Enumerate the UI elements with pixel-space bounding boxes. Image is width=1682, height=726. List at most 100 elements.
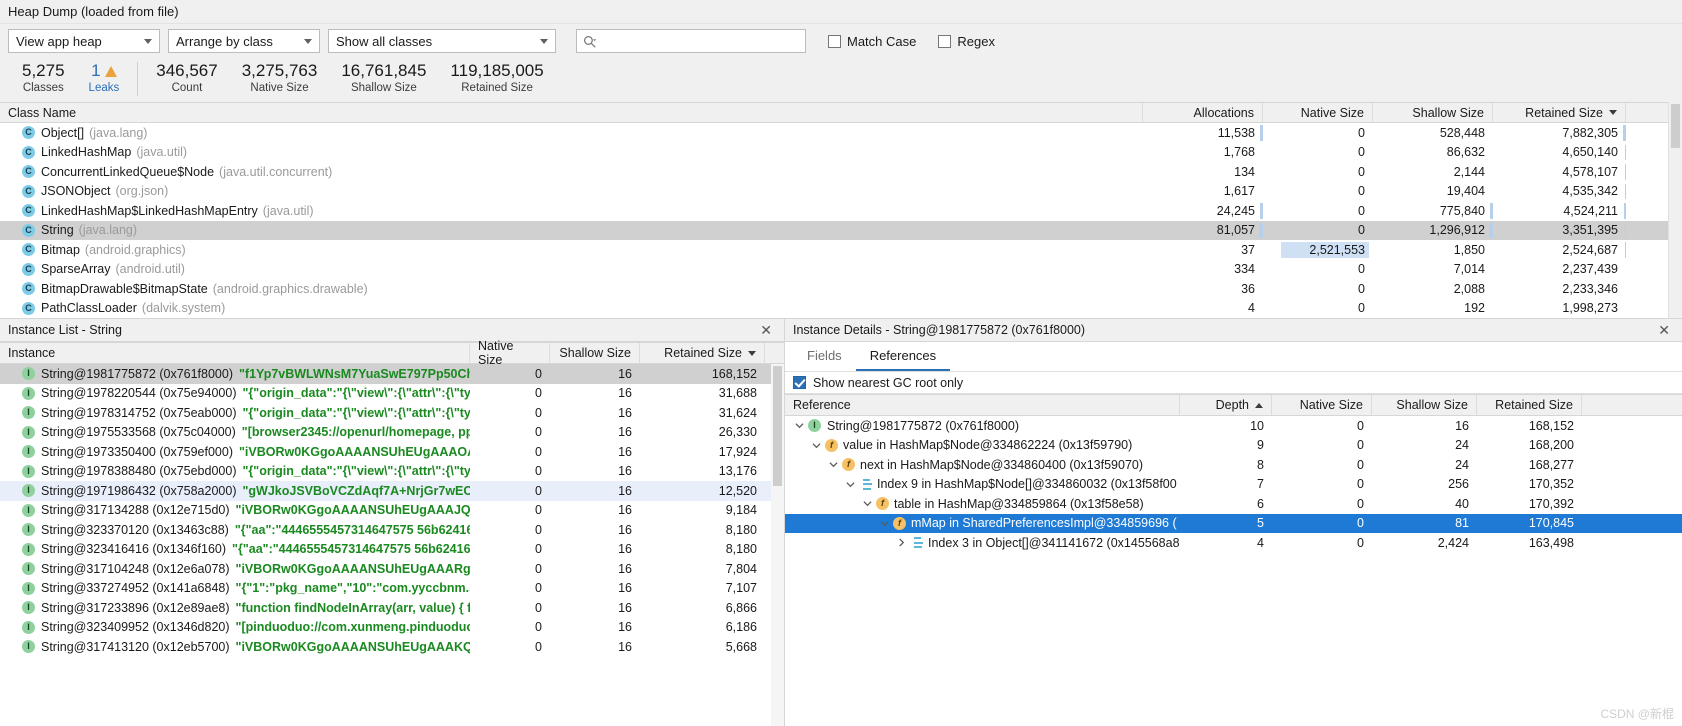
search-box[interactable] [576,29,806,53]
instance-value: "{"1":"pkg_name","10":"com.yyccbnm.sgshg [235,581,470,596]
instance-cell: I String@1978220544 (0x75e94000) "{"origin… [0,384,470,404]
native-size-cell: 0 [1358,184,1365,199]
tab-fields[interactable]: Fields [793,342,856,371]
column-header-native-size[interactable]: Native Size [1263,103,1373,122]
table-row[interactable]: C PathClassLoader (dalvik.system) 4 0 192 1,99… [0,299,1668,319]
retained-size-cell: 6,866 [725,600,757,615]
list-item[interactable]: I String@1978314752 (0x75eab000) "{"origin… [0,403,784,423]
table-row[interactable]: C Object[] (java.lang) 11,538 0 528,448 7,882,… [0,123,1668,143]
list-item[interactable]: I String@1971986432 (0x758a2000) "gWJkoJSV… [0,481,784,501]
instance-value: "gWJkoJSVBoVCZdAqf7A+NrjGr7wECs7tw [242,483,470,498]
chevron-down-icon[interactable] [878,519,890,528]
regex-checkbox[interactable]: Regex [938,34,995,49]
stat-leaks[interactable]: 1 Leaks [77,60,132,96]
arrange-select[interactable]: Arrange by class [168,29,320,53]
column-header-shallow-size[interactable]: Shallow Size [1372,395,1477,415]
chevron-down-icon[interactable] [793,421,805,430]
tree-row[interactable]: Index 9 in HashMap$Node[]@334860032 (0x1… [785,475,1682,495]
native-size-cell: 0 [535,561,542,576]
stat-classes: 5,275 Classes [10,60,77,96]
close-icon[interactable]: ✕ [756,322,776,339]
instance-table-body: I String@1981775872 (0x761f8000) "f1Yp7vBW… [0,364,784,726]
close-icon[interactable]: ✕ [1654,322,1674,339]
tree-row[interactable]: f table in HashMap@334859864 (0x13f58e58)… [785,494,1682,514]
list-item[interactable]: I String@317233896 (0x12e89ae8) "function … [0,598,784,618]
column-header-depth[interactable]: Depth [1180,395,1272,415]
tree-row[interactable]: f value in HashMap$Node@334862224 (0x13f5… [785,436,1682,456]
column-header-retained-size[interactable]: Retained Size [1477,395,1582,415]
scrollbar-thumb[interactable] [1671,104,1680,148]
list-item[interactable]: I String@323416416 (0x1346f160) "{"aa":"44… [0,540,784,560]
list-item[interactable]: I String@337274952 (0x141a6848) "{"1":"pkg… [0,579,784,599]
table-row[interactable]: C LinkedHashMap$LinkedHashMapEntry (java.u… [0,201,1668,221]
list-item[interactable]: I String@1973350400 (0x759ef000) "iVBORw0K… [0,442,784,462]
native-size-cell: 0 [535,600,542,615]
chevron-down-icon[interactable] [861,499,873,508]
column-header-native-size[interactable]: Native Size [470,339,550,367]
instance-details-title: Instance Details - String@1981775872 (0x… [793,323,1086,337]
allocations-cell: 24,245 [1143,201,1263,221]
column-header-retained-size[interactable]: Retained Size [640,343,765,363]
list-item[interactable]: I String@1978220544 (0x75e94000) "{"origin… [0,384,784,404]
native-size-cell: 0 [1358,164,1365,179]
column-header-shallow-size[interactable]: Shallow Size [1373,103,1493,122]
list-item[interactable]: I String@323409952 (0x1346d820) "[pinduodu… [0,618,784,638]
table-row[interactable]: C SparseArray (android.util) 334 0 7,014 2,237… [0,260,1668,280]
instance-icon: I [22,445,35,459]
retained-size-cell: 7,882,305 [1493,123,1626,143]
column-header-retained-size[interactable]: Retained Size [1493,103,1626,122]
table-row[interactable]: C LinkedHashMap (java.util) 1,768 0 86,632 4,6… [0,143,1668,163]
checkbox-checked-icon[interactable] [793,376,806,389]
column-header-instance[interactable]: Instance [0,343,470,363]
class-name-cell: C BitmapDrawable$BitmapState (android.grap… [0,279,1143,299]
retained-size-cell: 2,237,439 [1493,260,1626,280]
tab-references[interactable]: References [855,342,951,371]
tree-row[interactable]: Index 3 in Object[]@341141672 (0x145568a… [785,533,1682,553]
table-row[interactable]: C BitmapDrawable$BitmapState (android.grap… [0,279,1668,299]
instance-list-scrollbar[interactable] [771,364,784,726]
column-header-reference[interactable]: Reference [785,395,1180,415]
value-bar [1625,164,1626,180]
list-item[interactable]: I String@1981775872 (0x761f8000) "f1Yp7vBW… [0,364,784,384]
chevron-down-icon[interactable] [827,460,839,469]
class-table-scrollbar[interactable] [1668,102,1682,318]
reference-label: String@1981775872 (0x761f8000) [827,418,1019,433]
list-item[interactable]: I String@317104248 (0x12e6a078) "iVBORw0KG… [0,559,784,579]
divider [137,62,139,96]
gc-root-filter[interactable]: Show nearest GC root only [785,372,1682,394]
native-size-cell: 0 [535,581,542,596]
column-header-allocations[interactable]: Allocations [1143,103,1263,122]
reference-label: table in HashMap@334859864 (0x13f58e58) [894,496,1144,511]
retained-size-cell: 168,200 [1528,438,1574,453]
column-header-native-size[interactable]: Native Size [1272,395,1372,415]
tree-row[interactable]: f next in HashMap$Node@334860400 (0x13f59… [785,455,1682,475]
class-name: SparseArray [41,262,111,277]
table-row[interactable]: C String (java.lang) 81,057 0 1,296,912 3,351,… [0,220,1668,240]
table-row[interactable]: C JSONObject (org.json) 1,617 0 19,404 4,535,3… [0,182,1668,202]
chevron-right-icon[interactable] [895,538,907,547]
heap-select[interactable]: View app heap [8,29,160,53]
list-item[interactable]: I String@1975533568 (0x75c04000) "[browser… [0,423,784,443]
column-header-class-name[interactable]: Class Name [0,103,1143,122]
chevron-down-icon[interactable] [810,441,822,450]
list-item[interactable]: I String@1978388480 (0x75ebd000) "{"origin… [0,462,784,482]
list-item[interactable]: I String@323370120 (0x13463c88) "{"aa":"44… [0,520,784,540]
search-input[interactable] [601,31,805,51]
value-bar [1625,144,1626,160]
tree-row[interactable]: f mMap in SharedPreferencesImpl@334859696… [785,513,1682,533]
scrollbar-thumb[interactable] [773,366,782,486]
instance-ref: String@337274952 (0x141a6848) [41,581,230,596]
list-item[interactable]: I String@317134288 (0x12e715d0) "iVBORw0KG… [0,501,784,521]
list-item[interactable]: I String@317413120 (0x12eb5700) "iVBORw0KG… [0,637,784,657]
instance-details-pane: Instance Details - String@1981775872 (0x… [785,318,1682,726]
tree-row[interactable]: I String@1981775872 (0x761f8000) 10 0 16 168,… [785,416,1682,436]
class-name: Object[] [41,125,85,140]
match-case-checkbox[interactable]: Match Case [828,34,916,49]
table-row[interactable]: C ConcurrentLinkedQueue$Node (java.util.co… [0,162,1668,182]
chevron-down-icon[interactable] [844,480,856,489]
column-header-shallow-size[interactable]: Shallow Size [550,343,640,363]
class-filter-select[interactable]: Show all classes [328,29,556,53]
warning-icon [104,66,117,77]
table-row[interactable]: C Bitmap (android.graphics) 37 2,521,553 1,85… [0,240,1668,260]
retained-size-cell: 17,924 [718,444,757,459]
